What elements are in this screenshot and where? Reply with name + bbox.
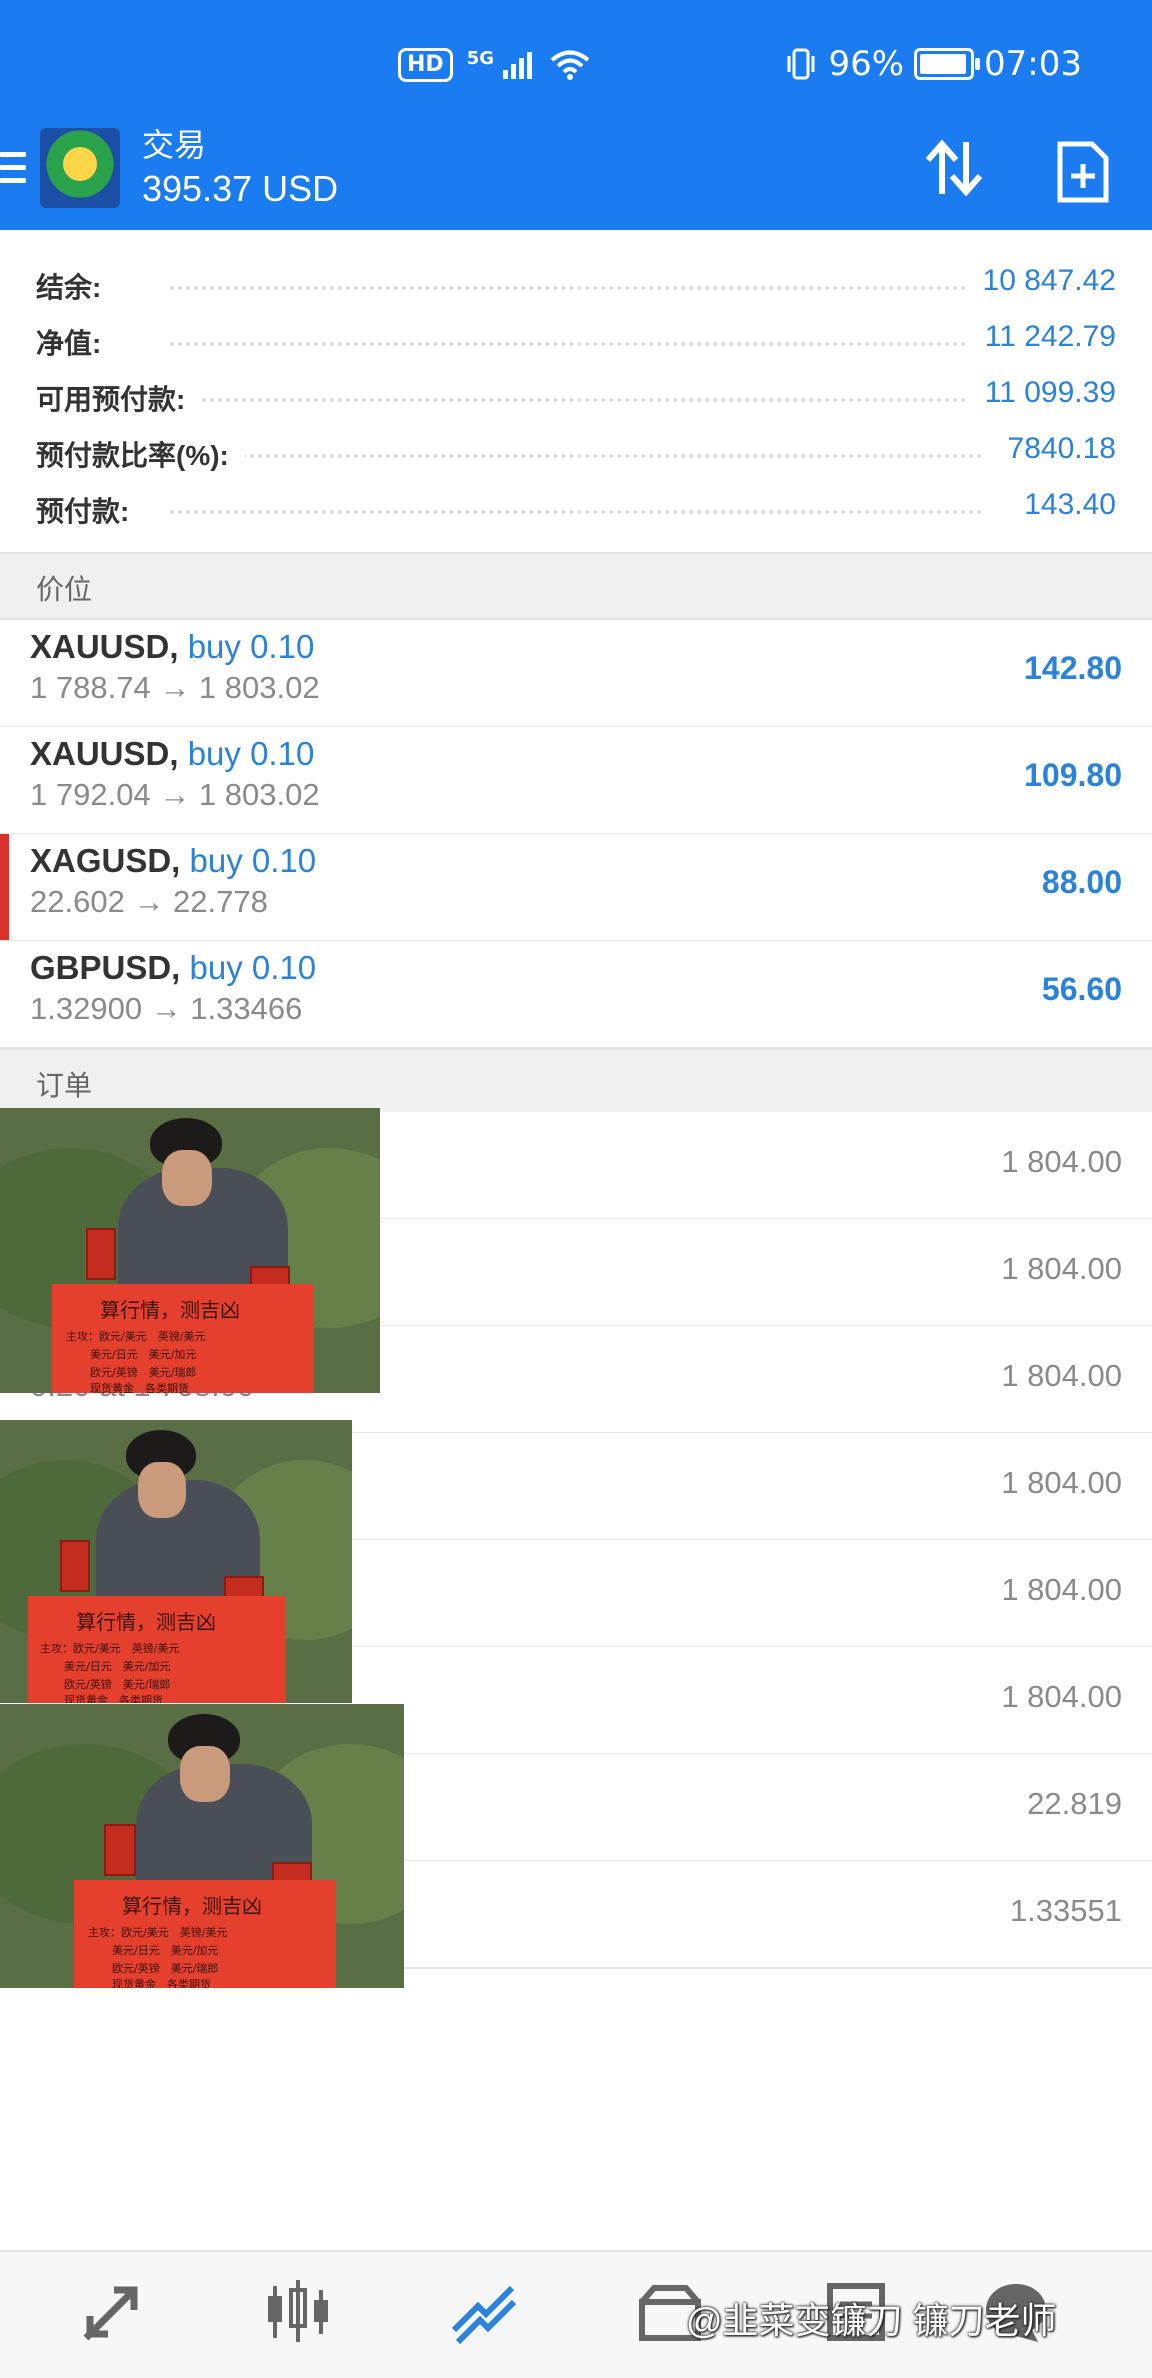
wifi-icon <box>550 50 590 80</box>
margin-level-value: 7840.18 <box>991 432 1116 466</box>
photo-caption: 算行情，测吉凶 <box>76 1610 216 1634</box>
margin-value: 143.40 <box>1008 488 1116 522</box>
order-price: 22.819 <box>1027 1786 1122 1821</box>
position-row[interactable]: XAGUSD, buy 0.10 22.602 → 22.778 88.00 <box>0 834 1152 942</box>
margin-label: 预付款: <box>36 490 146 530</box>
fortune-teller-photo: 算行情，测吉凶 主攻：欧元/美元 英镑/美元 美元/日元 美元/加元 欧元/英镑… <box>0 1704 404 1988</box>
position-row[interactable]: XAUUSD, buy 0.10 1 788.74 → 1 803.02 142… <box>0 620 1152 728</box>
photo-text-line: 现货黄金 各类期货 <box>112 1978 211 1988</box>
network-indicators: HD 5G <box>398 48 590 82</box>
position-profit: 142.80 <box>1024 650 1122 686</box>
position-symbol: XAGUSD, buy 0.10 <box>30 842 317 879</box>
photo-text-line: 现货黄金 各类期货 <box>90 1382 189 1393</box>
position-symbol: XAUUSD, buy 0.10 <box>30 628 315 665</box>
selected-row-marker <box>0 834 9 940</box>
position-side: buy 0.10 <box>189 949 317 986</box>
equity-label: 净值: <box>36 322 118 362</box>
position-row[interactable]: XAUUSD, buy 0.10 1 792.04 → 1 803.02 109… <box>0 727 1152 835</box>
photo-text-line: 主攻：欧元/美元 英镑/美元 <box>88 1926 228 1939</box>
position-profit: 56.60 <box>1041 971 1122 1007</box>
app-bar: 交易 395.37 USD <box>0 127 1152 230</box>
status-bar: HD 5G 96% 07:03 <box>0 0 1152 132</box>
position-symbol: GBPUSD, buy 0.10 <box>30 949 317 986</box>
order-price: 1.33551 <box>1009 1893 1122 1928</box>
free-margin-label: 可用预付款: <box>36 378 202 418</box>
battery-percent: 96% <box>828 44 905 84</box>
balance-value: 10 847.42 <box>966 264 1116 298</box>
position-row[interactable]: GBPUSD, buy 0.10 1.32900 → 1.33466 56.60 <box>0 941 1152 1049</box>
order-price: 1 804.00 <box>1001 1144 1122 1179</box>
balance-row: 结余: 10 847.42 <box>0 256 1152 312</box>
position-side: buy 0.10 <box>187 735 315 772</box>
equity-value: 11 242.79 <box>968 320 1116 354</box>
position-symbol: XAUUSD, buy 0.10 <box>30 735 315 772</box>
header-balance: 395.37 USD <box>142 168 339 209</box>
photo-text-line: 主攻：欧元/美元 英镑/美元 <box>66 1330 206 1343</box>
trade-icon[interactable] <box>448 2276 520 2348</box>
positions-header: 价位 <box>0 552 1152 620</box>
balance-label: 结余: <box>36 266 118 306</box>
quotes-icon[interactable] <box>76 2276 148 2348</box>
position-side: buy 0.10 <box>187 628 315 665</box>
margin-row: 预付款: 143.40 <box>0 480 1152 536</box>
margin-level-row: 预付款比率(%): 7840.18 <box>0 424 1152 480</box>
position-prices: 1.32900 → 1.33466 <box>30 991 303 1026</box>
positions-header-label: 价位 <box>36 574 93 605</box>
photo-text-line: 美元/日元 美元/加元 <box>112 1944 219 1957</box>
margin-level-label: 预付款比率(%): <box>36 434 245 474</box>
chart-icon[interactable] <box>262 2276 334 2348</box>
new-order-icon[interactable] <box>1056 140 1110 204</box>
free-margin-value: 11 099.39 <box>968 376 1116 410</box>
position-prices: 1 788.74 → 1 803.02 <box>30 670 320 705</box>
position-profit: 88.00 <box>1041 864 1122 900</box>
photo-caption: 算行情，测吉凶 <box>100 1298 240 1322</box>
orders-header: 订单 <box>0 1048 1152 1116</box>
account-summary: 结余: 10 847.42 净值: 11 242.79 可用预付款: 11 09… <box>0 230 1152 552</box>
position-profit: 109.80 <box>1024 757 1122 793</box>
watermark: @韭菜变镰刀 镰刀老师 <box>686 2300 1057 2341</box>
status-right: 96% 07:03 <box>784 44 1082 84</box>
signal-icon <box>503 52 532 79</box>
photo-text-line: 主攻：欧元/美元 英镑/美元 <box>40 1642 180 1655</box>
network-type: 5G <box>466 47 494 69</box>
order-price: 1 804.00 <box>1001 1572 1122 1607</box>
hd-badge: HD <box>398 48 453 82</box>
fortune-teller-photo: 算行情，测吉凶 主攻：欧元/美元 英镑/美元 美元/日元 美元/加元 欧元/英镑… <box>0 1420 352 1703</box>
photo-caption: 算行情，测吉凶 <box>122 1894 262 1918</box>
bottom-nav: @韭菜变镰刀 镰刀老师 <box>0 2250 1152 2378</box>
clock: 07:03 <box>984 44 1082 84</box>
position-side: buy 0.10 <box>189 842 317 879</box>
battery-icon <box>914 48 981 80</box>
app-logo <box>40 128 120 208</box>
page-title: 交易 <box>142 127 207 163</box>
vibrate-icon <box>787 48 815 80</box>
menu-icon[interactable] <box>0 152 26 192</box>
order-price: 1 804.00 <box>1001 1251 1122 1286</box>
photo-text-line: 欧元/英镑 美元/瑞郎 <box>90 1366 197 1379</box>
equity-row: 净值: 11 242.79 <box>0 312 1152 368</box>
fortune-teller-photo: 算行情，测吉凶 主攻：欧元/美元 英镑/美元 美元/日元 美元/加元 欧元/英镑… <box>0 1108 380 1393</box>
photo-text-line: 美元/日元 美元/加元 <box>64 1660 171 1673</box>
sort-icon[interactable] <box>920 134 988 202</box>
photo-text-line: 美元/日元 美元/加元 <box>90 1348 197 1361</box>
order-price: 1 804.00 <box>1001 1679 1122 1714</box>
position-prices: 1 792.04 → 1 803.02 <box>30 777 320 812</box>
order-price: 1 804.00 <box>1001 1465 1122 1500</box>
photo-text-line: 现货黄金 各类期货 <box>64 1694 163 1703</box>
free-margin-row: 可用预付款: 11 099.39 <box>0 368 1152 424</box>
photo-text-line: 欧元/英镑 美元/瑞郎 <box>112 1962 219 1975</box>
position-prices: 22.602 → 22.778 <box>30 884 268 919</box>
orders-header-label: 订单 <box>36 1070 93 1101</box>
order-price: 1 804.00 <box>1001 1358 1122 1393</box>
photo-text-line: 欧元/英镑 美元/瑞郎 <box>64 1678 171 1691</box>
